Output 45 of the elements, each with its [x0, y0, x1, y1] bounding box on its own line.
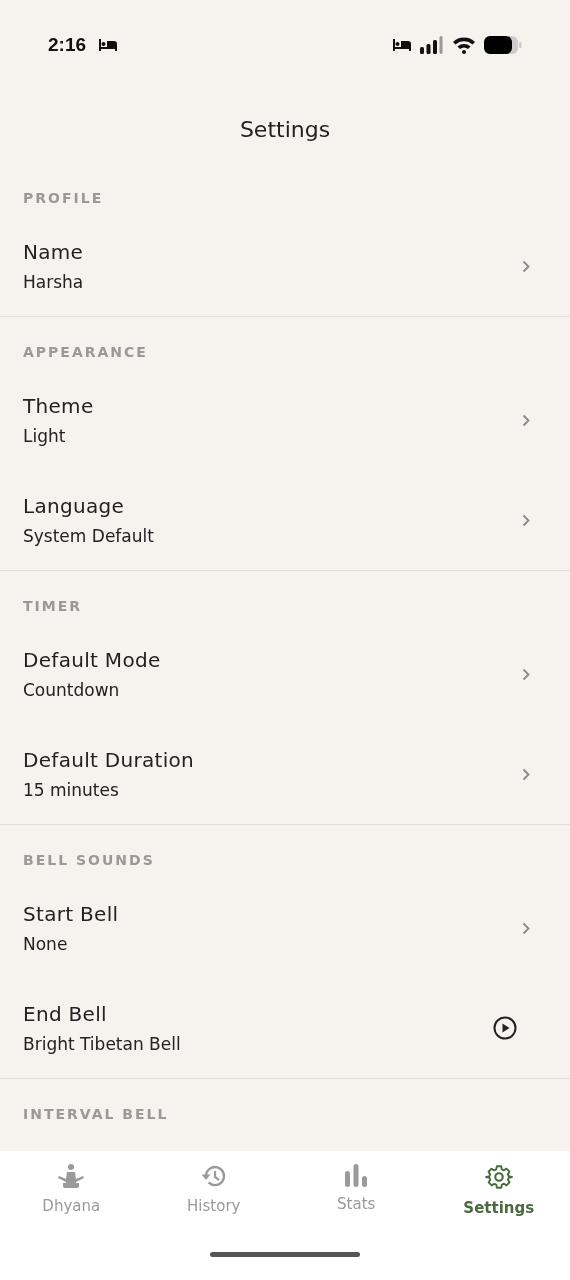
chevron-right-icon: [522, 767, 530, 781]
signal-icon: [420, 36, 444, 54]
setting-value: System Default: [23, 526, 155, 546]
meditation-icon: [57, 1163, 86, 1189]
battery-icon: [484, 36, 522, 54]
setting-label: Theme: [23, 394, 95, 418]
setting-value: Countdown: [23, 680, 121, 700]
settings-icon: [484, 1163, 513, 1191]
status-time: 2:16: [48, 34, 87, 56]
setting-label: Name: [23, 240, 85, 264]
settings-row[interactable]: Default Duration 15 minutes: [0, 724, 570, 824]
section-header: PROFILE: [22, 190, 105, 208]
setting-label: Start Bell: [23, 902, 120, 926]
setting-label: Default Duration: [23, 748, 196, 772]
nav-tab[interactable]: Settings: [427, 1163, 570, 1217]
section-header: INTERVAL BELL: [22, 1105, 170, 1124]
bed-icon: [98, 39, 119, 51]
settings-row[interactable]: Language System Default: [0, 470, 570, 570]
setting-value: None: [23, 934, 69, 954]
settings-row[interactable]: End Bell Bright Tibetan Bell: [0, 978, 570, 1078]
wifi-icon: [452, 36, 476, 54]
chevron-right-icon: [522, 667, 530, 681]
chevron-right-icon: [522, 513, 530, 527]
play-icon[interactable]: [493, 1016, 517, 1040]
setting-label: Default Mode: [23, 648, 162, 672]
page-title: Settings: [238, 116, 332, 144]
setting-label: End Bell: [23, 1002, 108, 1026]
chevron-right-icon: [522, 921, 530, 935]
history-icon: [199, 1163, 228, 1189]
setting-label: Language: [23, 494, 126, 518]
settings-row[interactable]: Name Harsha: [0, 216, 570, 316]
section-header: APPEARANCE: [22, 343, 149, 362]
chevron-right-icon: [522, 413, 530, 427]
settings-row[interactable]: Default Mode Countdown: [0, 624, 570, 724]
setting-value: 15 minutes: [23, 780, 120, 800]
section-header: BELL SOUNDS: [22, 851, 156, 870]
bar-chart-icon: [344, 1163, 369, 1187]
setting-value: Harsha: [23, 272, 85, 292]
chevron-right-icon: [522, 259, 530, 273]
setting-value: Bright Tibetan Bell: [23, 1034, 182, 1054]
settings-row[interactable]: Start Bell None: [0, 878, 570, 978]
section-header: TIMER: [22, 597, 84, 616]
setting-value: Light: [23, 426, 67, 446]
bed-icon: [392, 39, 412, 51]
settings-row[interactable]: Theme Light: [0, 370, 570, 470]
